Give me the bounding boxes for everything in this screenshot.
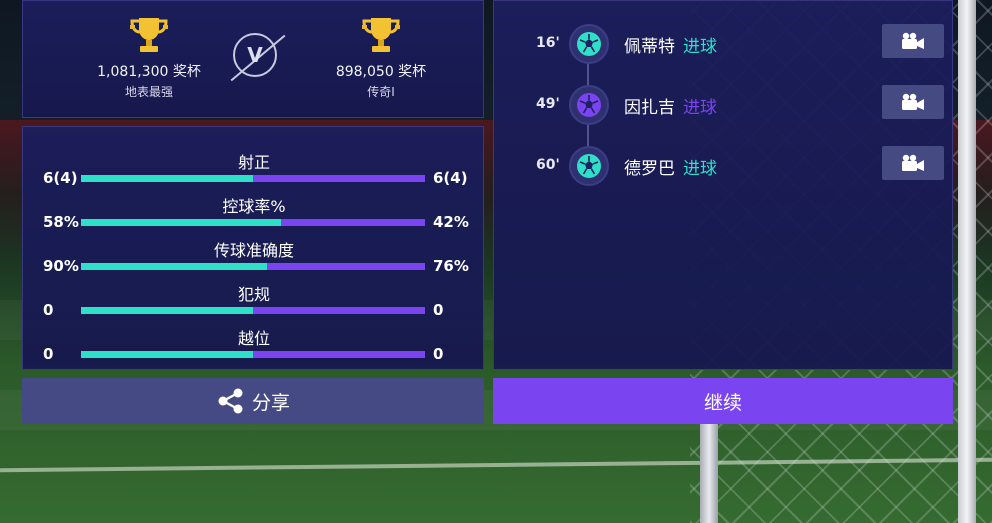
stat-bar — [81, 263, 425, 270]
goal-post — [700, 420, 718, 523]
home-trophy-count: 1,081,300 奖杯 — [97, 64, 201, 80]
home-team: 1,081,300 奖杯 地表最强 — [59, 15, 239, 100]
share-button-label: 分享 — [251, 391, 290, 414]
ball-core — [577, 154, 601, 178]
share-icon — [218, 388, 243, 414]
event-type: 进球 — [683, 37, 717, 57]
stat-row-possession: 控球率% 58% 42% — [23, 193, 485, 237]
stat-bar-home — [81, 307, 253, 314]
stat-away-value: 6(4) — [433, 169, 468, 187]
soccer-ball-icon — [569, 85, 609, 125]
event-minute: 16' — [536, 35, 560, 51]
event-text: 德罗巴 进球 — [624, 154, 717, 179]
replay-button[interactable] — [882, 146, 944, 180]
stat-row-shots-on-target: 射正 6(4) 6(4) — [23, 149, 485, 193]
soccer-ball-icon — [569, 24, 609, 64]
event-type: 进球 — [683, 159, 717, 179]
replay-button[interactable] — [882, 24, 944, 58]
event-text: 因扎吉 进球 — [624, 93, 717, 118]
share-button[interactable]: 分享 — [22, 378, 484, 424]
ball-core — [577, 93, 601, 117]
stat-bar-home — [81, 219, 281, 226]
stat-bar — [81, 351, 425, 358]
video-camera-icon — [902, 93, 924, 110]
event-row: 60' 德罗巴 进球 — [494, 144, 954, 190]
stat-bar-away — [281, 219, 425, 226]
event-minute: 60' — [536, 157, 560, 173]
stat-bar — [81, 219, 425, 226]
stat-bar-away — [253, 351, 425, 358]
trophy-icon — [362, 18, 400, 52]
stat-bar-away — [253, 307, 425, 314]
continue-button-label: 继续 — [703, 391, 742, 414]
stat-bar-away — [267, 263, 425, 270]
replay-button[interactable] — [882, 85, 944, 119]
stat-bar — [81, 307, 425, 314]
event-minute: 49' — [536, 96, 560, 112]
stat-away-value: 76% — [433, 257, 469, 275]
stat-away-value: 0 — [433, 301, 444, 319]
stat-away-value: 0 — [433, 345, 444, 363]
continue-button[interactable]: 继续 — [493, 378, 953, 424]
away-division: 传奇I — [367, 85, 395, 99]
video-camera-icon — [902, 154, 924, 171]
stat-away-value: 42% — [433, 213, 469, 231]
score-panel: 1,081,300 奖杯 地表最强 V 898,050 奖杯 传奇I — [22, 0, 484, 118]
trophy-icon — [130, 18, 168, 52]
stat-bar-home — [81, 351, 253, 358]
stat-bar — [81, 175, 425, 182]
event-row: 49' 因扎吉 进球 — [494, 83, 954, 129]
event-row: 16' 佩蒂特 进球 — [494, 22, 954, 68]
event-player: 德罗巴 — [624, 159, 675, 179]
event-text: 佩蒂特 进球 — [624, 32, 717, 57]
goal-post — [958, 0, 976, 523]
stat-row-offsides: 越位 0 0 — [23, 325, 485, 369]
away-trophy-count: 898,050 奖杯 — [335, 64, 427, 80]
stat-bar-home — [81, 263, 267, 270]
match-stats-panel: 射正 6(4) 6(4) 控球率% 58% 42% 传球准确度 90% 76% … — [22, 126, 484, 370]
stat-row-fouls: 犯规 0 0 — [23, 281, 485, 325]
away-team: 898,050 奖杯 传奇I — [291, 15, 471, 100]
stat-bar-home — [81, 175, 253, 182]
vs-badge: V — [233, 33, 277, 77]
home-division: 地表最强 — [124, 85, 173, 99]
event-player: 佩蒂特 — [624, 37, 675, 57]
match-events-panel: 16' 佩蒂特 进球 49' 因扎吉 进球 60' 德罗巴 进球 — [493, 0, 953, 370]
event-player: 因扎吉 — [624, 98, 675, 118]
ball-core — [577, 32, 601, 56]
soccer-ball-icon — [569, 146, 609, 186]
stat-row-pass-accuracy: 传球准确度 90% 76% — [23, 237, 485, 281]
stat-bar-away — [253, 175, 425, 182]
video-camera-icon — [902, 32, 924, 49]
event-type: 进球 — [683, 98, 717, 118]
